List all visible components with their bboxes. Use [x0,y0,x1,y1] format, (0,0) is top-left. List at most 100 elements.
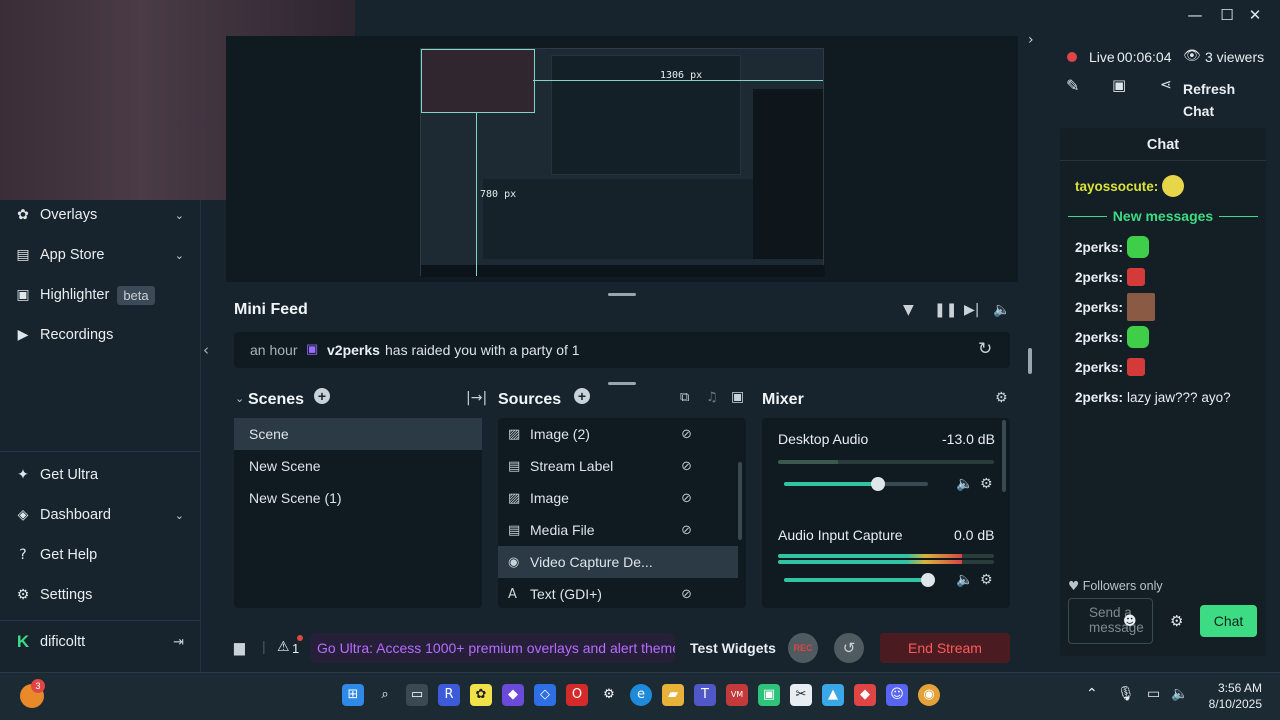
teams-icon[interactable]: T [694,684,716,706]
end-stream-button[interactable]: End Stream [880,633,1010,663]
search-icon[interactable]: ⌕ [374,684,396,706]
visibility-off-icon[interactable]: ⊘ [681,491,692,506]
opera-icon[interactable]: O [566,684,588,706]
visibility-off-icon[interactable]: ⊘ [681,427,692,442]
sidebar-item-dashboard[interactable]: ◈ Dashboard ⌄ [14,503,194,527]
camera-icon[interactable]: ▣ [1112,76,1126,94]
user-profile[interactable]: K dificoltt ⇥ [14,630,194,654]
event-user[interactable]: v2perks [327,342,380,358]
filter-icon[interactable]: ▼ [903,302,914,318]
photos-icon[interactable]: ▲ [822,684,844,706]
source-item[interactable]: A Text (GDI+) ⊘ [498,578,746,608]
speaker-icon[interactable]: 🔈 [1171,686,1188,702]
source-item[interactable]: ▤ Media File ⊘ [498,514,746,546]
share-icon[interactable]: ⋖ [1160,77,1172,93]
skip-icon[interactable]: ▶| [964,302,979,318]
add-scene-button[interactable]: + [314,388,330,404]
stats-icon[interactable]: ▆ [234,640,245,656]
gear-icon[interactable]: ⚙ [1170,612,1183,630]
scene-item[interactable]: New Scene (1) [234,482,482,514]
app-icon[interactable]: ◆ [854,684,876,706]
add-folder-icon[interactable]: ▣ [731,389,744,405]
logout-icon[interactable]: ⇥ [173,635,184,650]
resize-handle[interactable] [608,382,636,385]
settings-app-icon[interactable]: ⚙ [598,684,620,706]
edge-icon[interactable]: e [630,684,652,706]
sidebar-item-overlays[interactable]: ✿ Overlays ⌄ [14,203,194,227]
sidebar-item-app-store[interactable]: ▤ App Store ⌄ [14,243,194,267]
visibility-off-icon[interactable]: ⊘ [681,523,692,538]
selected-source-box[interactable] [421,49,535,113]
scene-item[interactable]: Scene [234,418,482,450]
gear-icon[interactable]: ⚙ [980,476,993,492]
collapse-sidebar-icon[interactable]: ‹ [203,341,209,359]
minimize-button[interactable]: — [1184,4,1206,26]
source-display-icon[interactable]: ⧉ [680,390,689,405]
test-widgets-button[interactable]: Test Widgets [690,640,776,656]
maximize-button[interactable]: ☐ [1216,4,1238,26]
chat-username[interactable]: 2perks: [1075,300,1123,315]
collapse-chat-icon[interactable]: › [1028,32,1034,48]
voicemod-icon[interactable]: VM [726,684,748,706]
chevron-down-icon[interactable]: ⌄ [175,209,184,222]
visibility-off-icon[interactable]: ⊘ [681,587,692,602]
send-chat-button[interactable]: Chat [1200,605,1257,637]
chat-username[interactable]: 2perks: [1075,270,1123,285]
edit-icon[interactable]: ✎ [1066,76,1079,95]
microphone-icon[interactable]: 🎙 [1117,686,1135,702]
chat-username[interactable]: 2perks: [1075,330,1123,345]
refresh-chat-button[interactable]: Refresh Chat [1183,78,1243,122]
source-item[interactable]: ▨ Image (2) ⊘ [498,418,746,450]
speaker-icon[interactable]: 🔈 [956,572,973,588]
snapchat-icon[interactable]: ✿ [470,684,492,706]
add-source-button[interactable]: + [574,388,590,404]
copilot-icon[interactable]: ◆ [502,684,524,706]
chevron-down-icon[interactable]: ⌄ [175,509,184,522]
chat-username[interactable]: 2perks: [1075,390,1123,405]
capcut-icon[interactable]: ✂ [790,684,812,706]
source-item[interactable]: ▤ Stream Label ⊘ [498,450,746,482]
chat-username[interactable]: tayossocute: [1075,179,1158,194]
dropbox-icon[interactable]: ◇ [534,684,556,706]
scene-transitions-icon[interactable]: |→| [466,390,487,406]
chat-username[interactable]: 2perks: [1075,360,1123,375]
sidebar-item-highlighter[interactable]: ▣ Highlighter beta [14,283,194,307]
discord-icon[interactable]: ☺ [886,684,908,706]
app-icon[interactable]: R [438,684,460,706]
replay-icon[interactable]: ↻ [978,339,992,359]
record-button[interactable]: REC [788,633,818,663]
gear-icon[interactable]: ⚙ [995,390,1008,406]
windows-start-icon[interactable]: ⊞ [342,684,364,706]
app-icon[interactable]: ▣ [758,684,780,706]
chrome-icon[interactable]: ◉ [918,684,940,706]
sidebar-item-settings[interactable]: ⚙ Settings [14,583,194,607]
chevron-up-icon[interactable]: ⌃ [1086,686,1098,702]
sidebar-item-get-help[interactable]: ? Get Help [14,543,194,567]
ultra-promo-banner[interactable]: Go Ultra: Access 1000+ premium overlays … [310,633,675,663]
chat-input[interactable]: Send a message [1068,598,1153,644]
task-view-icon[interactable]: ▭ [406,684,428,706]
sidebar-item-get-ultra[interactable]: ✦ Get Ultra [14,463,194,487]
scene-item[interactable]: New Scene [234,450,482,482]
network-icon[interactable]: ▭ [1147,686,1160,702]
volume-slider[interactable] [784,477,928,491]
resize-handle[interactable] [608,293,636,296]
chevron-down-icon[interactable]: ⌄ [175,249,184,262]
source-item[interactable]: ▨ Image ⊘ [498,482,746,514]
chevron-down-icon[interactable]: ⌄ [235,392,244,405]
emoji-icon[interactable]: ☻ [1123,614,1137,629]
source-audio-icon[interactable]: ♫ [706,390,718,405]
warning-icon[interactable]: ⚠ [277,639,290,655]
chat-username[interactable]: 2perks: [1075,240,1123,255]
scrollbar[interactable] [1002,420,1006,492]
scrollbar[interactable] [738,462,742,540]
slider-knob[interactable] [870,477,885,491]
sidebar-item-recordings[interactable]: ▶ Recordings [14,323,194,347]
replay-buffer-icon[interactable]: ↺ [834,633,864,663]
speaker-icon[interactable]: 🔈 [956,476,973,492]
pause-icon[interactable]: ❚❚ [934,302,957,318]
slider-knob[interactable] [921,573,935,587]
file-explorer-icon[interactable]: ▰ [662,684,684,706]
volume-slider[interactable] [784,573,935,587]
visibility-off-icon[interactable]: ⊘ [681,459,692,474]
